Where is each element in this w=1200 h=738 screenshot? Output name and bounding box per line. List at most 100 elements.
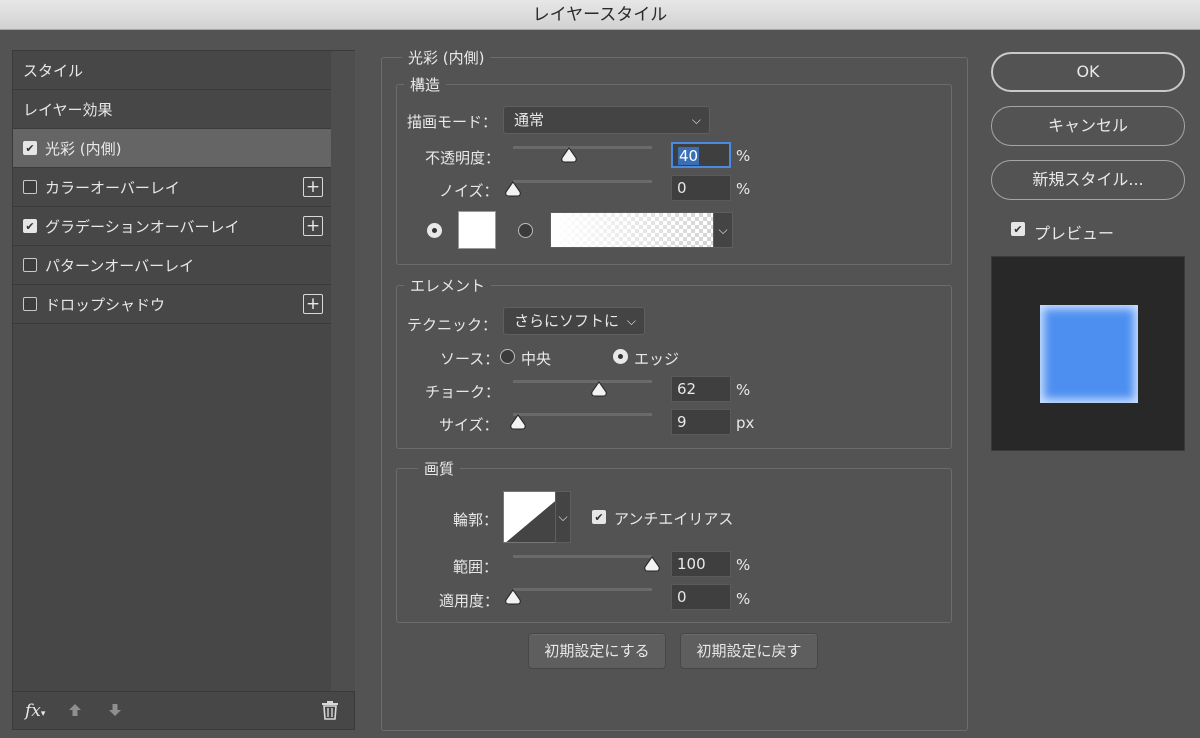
choke-slider-thumb[interactable] [590,381,608,397]
new-style-button[interactable]: 新規スタイル... [991,160,1185,200]
glow-color-swatch[interactable] [458,211,496,249]
check-icon: ✔ [25,219,35,233]
style-list-item[interactable]: ✔ 光彩 (内側) [13,129,331,168]
source-edge-label: エッジ [634,350,680,368]
style-item-checkbox[interactable] [23,297,37,311]
range-label: 範囲： [453,558,499,576]
chevron-down-icon: ⌵ [718,223,728,237]
jitter-slider-thumb[interactable] [504,589,522,605]
check-icon: ✔ [594,510,604,524]
structure-title: 構造 [404,74,447,95]
antialias-label: アンチエイリアス [614,510,734,528]
fx-menu-button[interactable]: fx▾ [25,701,45,721]
contour-dropdown[interactable]: ⌵ [555,491,571,543]
chevron-down-icon: ⌵ [626,314,636,328]
noise-slider-track[interactable] [513,180,652,183]
preview-swatch [1040,305,1138,403]
style-item-label: グラデーションオーバーレイ [45,217,240,236]
style-list-item[interactable]: パターンオーバーレイ [13,246,331,285]
range-slider-track[interactable] [513,555,652,558]
color-mode-radio[interactable] [427,223,442,238]
styles-list-scrollbar[interactable] [331,51,355,691]
trash-icon[interactable] [321,700,341,722]
elements-title: エレメント [404,275,492,296]
antialias-checkbox[interactable]: ✔ [592,510,606,524]
size-label: サイズ： [439,416,499,434]
style-list-item[interactable]: レイヤー効果 [13,90,331,129]
style-preview [991,256,1185,451]
style-item-label: カラーオーバーレイ [45,178,180,197]
range-slider-thumb[interactable] [643,556,661,572]
opacity-input[interactable]: 40 [671,142,731,168]
inner-glow-title: 光彩 (内側) [402,47,491,68]
check-icon: ✔ [1013,222,1023,236]
add-effect-icon[interactable]: + [303,294,323,314]
styles-list: スタイルレイヤー効果 ✔ 光彩 (内側) カラーオーバーレイ + ✔ グラデーションオーバー… [13,51,331,324]
size-slider-track[interactable] [513,413,652,416]
source-edge-radio[interactable] [613,349,628,364]
style-item-label: ドロップシャドウ [45,295,166,314]
blend-mode-label: 描画モード： [407,113,498,131]
styles-list-panel: スタイルレイヤー効果 ✔ 光彩 (内側) カラーオーバーレイ + ✔ グラデーションオーバー… [12,50,355,730]
move-up-icon[interactable] [67,702,83,722]
style-item-checkbox[interactable]: ✔ [23,141,37,155]
check-icon: ✔ [25,141,35,155]
opacity-slider-track[interactable] [513,146,652,149]
source-label: ソース： [440,350,500,368]
add-effect-icon[interactable]: + [303,216,323,236]
style-list-item[interactable]: ✔ グラデーションオーバーレイ + [13,207,331,246]
jitter-slider-track[interactable] [513,588,652,591]
window-title: レイヤースタイル [0,0,1200,30]
chevron-down-icon: ⌵ [691,113,701,127]
size-slider-thumb[interactable] [509,414,527,430]
style-list-item[interactable]: スタイル [13,51,331,90]
technique-label: テクニック： [407,316,498,334]
style-list-item[interactable]: カラーオーバーレイ + [13,168,331,207]
size-unit: px [736,414,755,432]
opacity-unit: % [736,147,751,165]
preview-label: プレビュー [1034,224,1115,243]
opacity-slider-thumb[interactable] [560,147,578,163]
range-unit: % [736,556,751,574]
choke-label: チョーク： [425,383,501,401]
contour-label: 輪郭： [453,511,499,529]
style-list-item[interactable]: ドロップシャドウ + [13,285,331,324]
glow-gradient-picker[interactable] [550,212,732,248]
gradient-dropdown[interactable]: ⌵ [713,212,733,248]
style-item-checkbox[interactable] [23,180,37,194]
choke-slider-track[interactable] [513,380,652,383]
ok-button[interactable]: OK [991,52,1185,92]
make-default-button[interactable]: 初期設定にする [528,633,666,669]
style-item-label: スタイル [23,61,84,80]
jitter-unit: % [736,590,751,608]
style-item-checkbox[interactable] [23,258,37,272]
source-center-radio[interactable] [500,349,515,364]
choke-unit: % [736,381,751,399]
style-item-checkbox[interactable]: ✔ [23,219,37,233]
blend-mode-select[interactable]: 通常 ⌵ [503,106,710,134]
choke-input[interactable]: 62 [671,376,731,402]
range-input[interactable]: 100 [671,551,731,577]
chevron-down-icon: ⌵ [558,510,568,524]
preview-checkbox[interactable]: ✔ [1011,222,1025,236]
technique-select[interactable]: さらにソフトに ⌵ [503,307,645,335]
style-item-label: レイヤー効果 [23,100,113,119]
opacity-label: 不透明度： [425,149,501,167]
gradient-mode-radio[interactable] [518,223,533,238]
style-item-label: 光彩 (内側) [45,139,122,158]
noise-unit: % [736,180,751,198]
cancel-button[interactable]: キャンセル [991,106,1185,146]
quality-title: 画質 [418,458,461,479]
noise-label: ノイズ： [439,182,499,200]
reset-default-button[interactable]: 初期設定に戻す [680,633,818,669]
styles-list-footer: fx▾ [13,691,354,729]
noise-input[interactable]: 0 [671,175,731,201]
noise-slider-thumb[interactable] [504,181,522,197]
jitter-input[interactable]: 0 [671,584,731,610]
style-item-label: パターンオーバーレイ [45,256,195,275]
source-center-label: 中央 [521,350,552,368]
jitter-label: 適用度： [439,592,500,610]
size-input[interactable]: 9 [671,409,731,435]
add-effect-icon[interactable]: + [303,177,323,197]
move-down-icon[interactable] [107,702,123,722]
